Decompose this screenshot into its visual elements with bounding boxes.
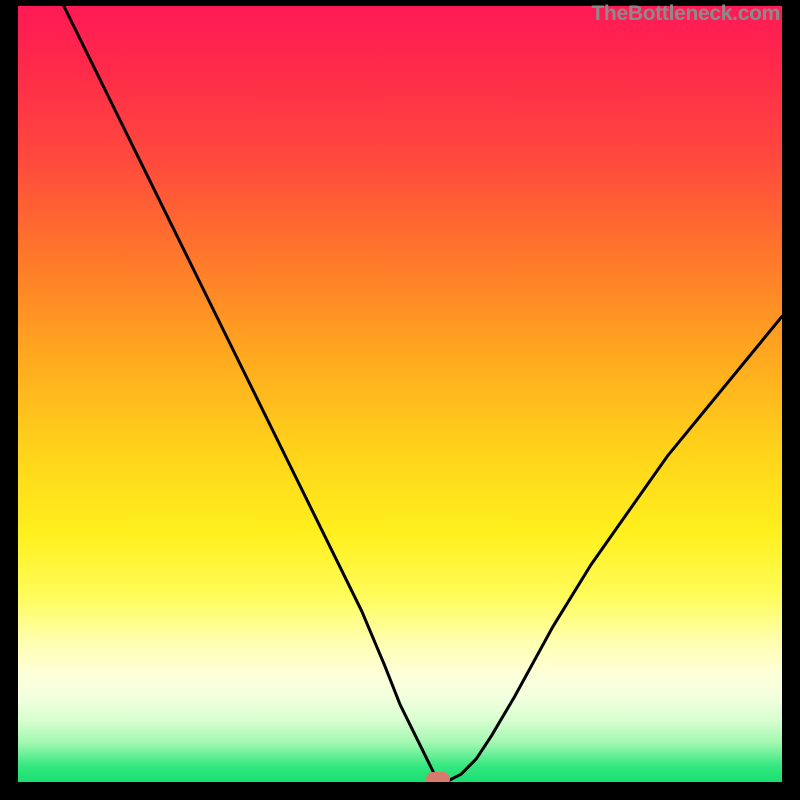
watermark-text: TheBottleneck.com <box>591 2 780 26</box>
optimal-point-marker <box>426 772 450 782</box>
chart-container: TheBottleneck.com <box>0 0 800 800</box>
plot-area <box>18 6 782 782</box>
curve-layer <box>18 6 782 782</box>
bottleneck-curve <box>64 6 782 782</box>
